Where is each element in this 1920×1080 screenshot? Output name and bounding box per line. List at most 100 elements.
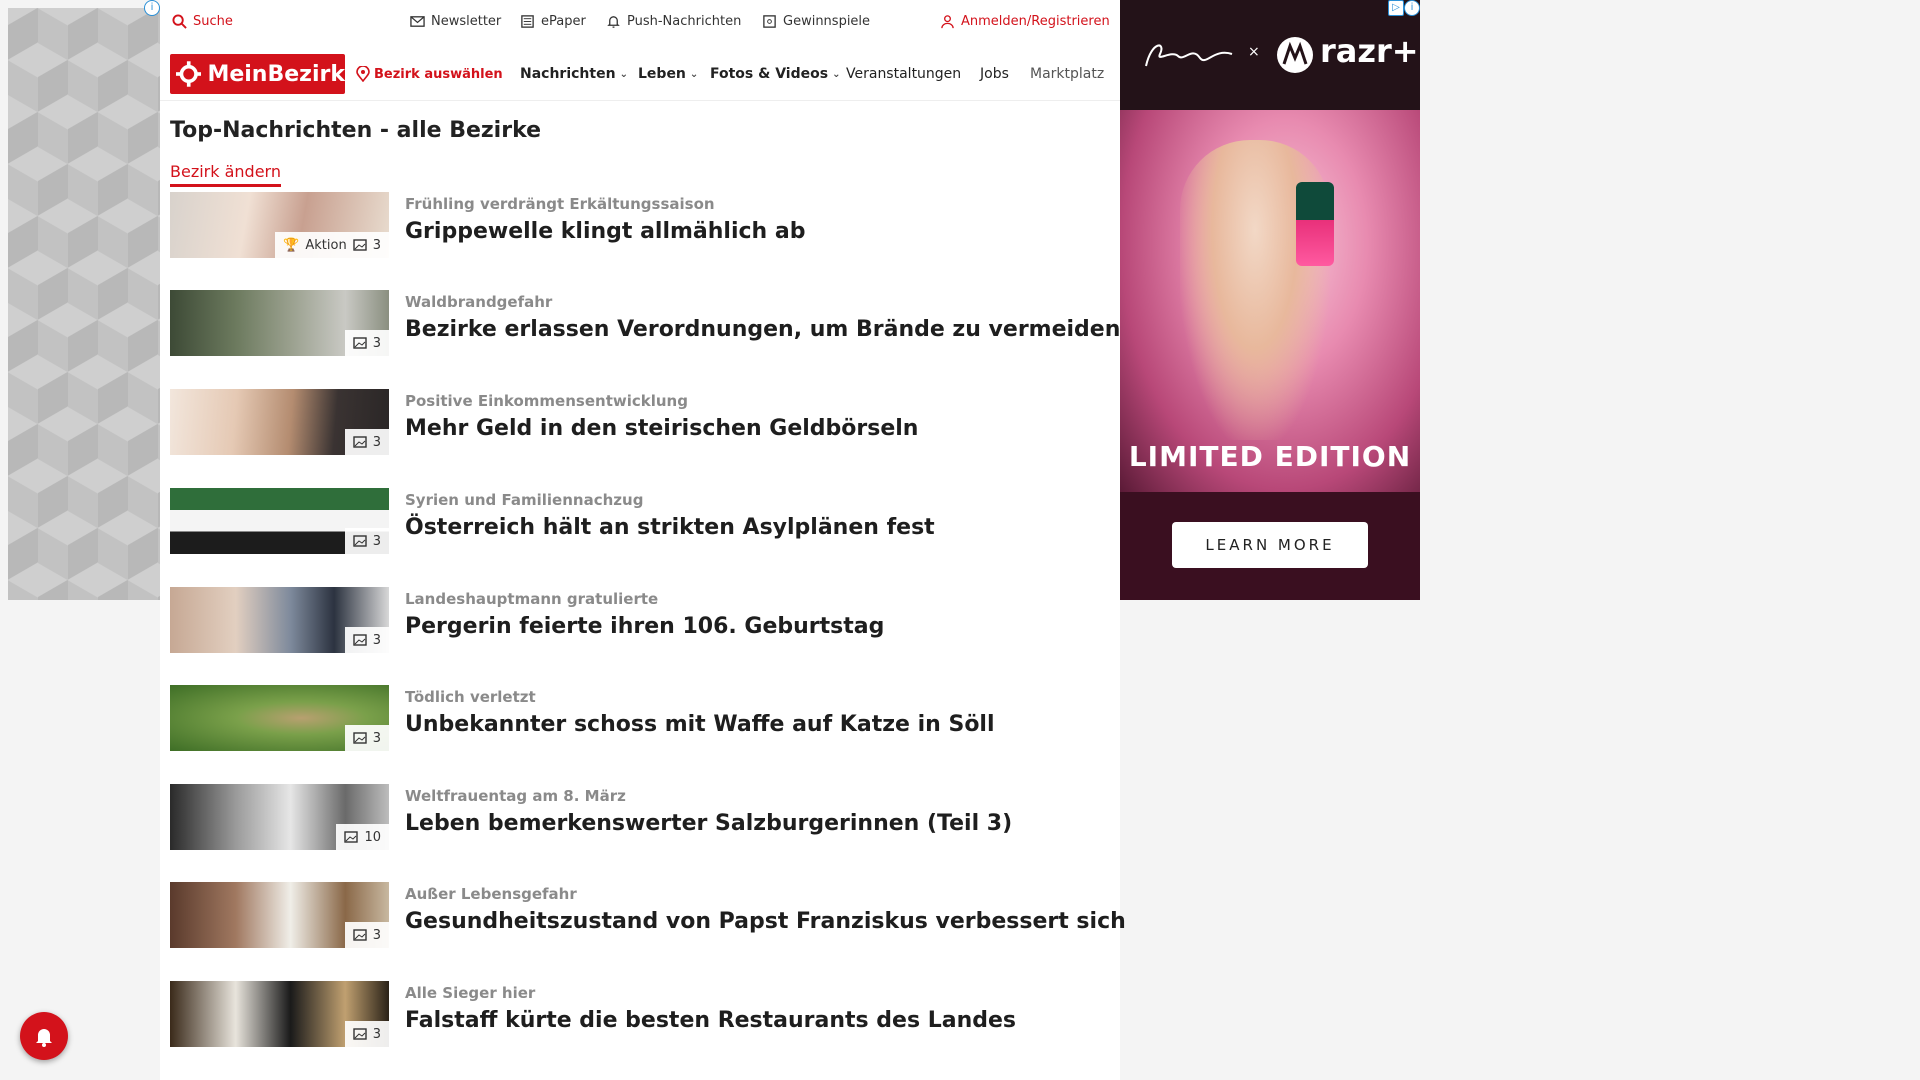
user-icon: [941, 15, 954, 29]
gallery-icon: [353, 634, 367, 646]
search-icon: [172, 14, 187, 29]
search-link[interactable]: Suche: [172, 14, 233, 29]
ad-tagline: LIMITED EDITION: [1128, 440, 1412, 473]
newspaper-icon: [521, 15, 534, 28]
main-content: Suche Newsletter ePaper Push-Nachrichten…: [160, 0, 1126, 1080]
article-kicker: Alle Sieger hier: [405, 984, 536, 1002]
bell-icon: [607, 16, 620, 28]
photo-count: 3: [372, 237, 381, 253]
article-item[interactable]: 3 Landeshauptmann gratulierte Pergerin f…: [170, 587, 1110, 655]
nav-marktplatz[interactable]: Marktplatz: [1030, 66, 1114, 82]
right-ad-banner[interactable]: × razr+ LIMITED EDITION LEARN MORE: [1120, 0, 1420, 600]
signature-logo-icon: [1145, 44, 1233, 67]
logo-mark-icon: [176, 61, 202, 87]
article-item[interactable]: 3 Alle Sieger hier Falstaff kürte die be…: [170, 981, 1110, 1049]
epaper-label: ePaper: [541, 14, 586, 29]
article-headline[interactable]: Mehr Geld in den steirischen Geldbörseln: [405, 416, 918, 441]
times-separator: ×: [1248, 44, 1260, 60]
razr-brand: razr+: [1320, 32, 1419, 70]
notification-bell-button[interactable]: [20, 1012, 68, 1060]
ad-info-icon[interactable]: i: [144, 0, 160, 16]
article-item[interactable]: 10 Weltfrauentag am 8. März Leben bemerk…: [170, 784, 1110, 852]
chevron-down-icon: ⌄: [619, 68, 628, 80]
bezirk-select[interactable]: Bezirk auswählen: [356, 66, 503, 82]
aktion-label: Aktion: [305, 237, 347, 253]
gallery-icon: [353, 1028, 367, 1040]
nav-leben-label: Leben: [638, 66, 686, 82]
gallery-icon: [353, 239, 367, 251]
adchoices-icon[interactable]: ▷: [1388, 0, 1404, 16]
media-badge: 3: [344, 1021, 389, 1047]
media-badge: 🏆 Aktion 3: [275, 232, 389, 258]
media-badge: 3: [344, 922, 389, 948]
search-label: Suche: [193, 14, 233, 29]
article-headline[interactable]: Pergerin feierte ihren 106. Geburtstag: [405, 614, 884, 639]
logo-text: MeinBezirk: [207, 61, 345, 87]
photo-count: 3: [372, 632, 381, 648]
chevron-down-icon: ⌄: [689, 68, 699, 80]
epaper-link[interactable]: ePaper: [520, 14, 586, 29]
article-item[interactable]: 3 Positive Einkommensentwicklung Mehr Ge…: [170, 389, 1110, 457]
article-headline[interactable]: Falstaff kürte die besten Restaurants de…: [405, 1008, 1016, 1033]
photo-count: 3: [372, 335, 381, 351]
meinbezirk-logo[interactable]: MeinBezirk: [170, 54, 345, 94]
photo-count: 10: [364, 829, 381, 845]
article-thumbnail[interactable]: 3: [170, 981, 389, 1047]
media-badge: 3: [344, 330, 389, 356]
nav-nachrichten[interactable]: Nachrichten ⌄: [520, 66, 628, 82]
ad-header: × razr+: [1120, 0, 1420, 110]
article-thumbnail[interactable]: 3: [170, 587, 389, 653]
article-kicker: Positive Einkommensentwicklung: [405, 392, 688, 410]
article-item[interactable]: 3 Außer Lebensgefahr Gesundheitszustand …: [170, 882, 1126, 950]
left-skin-ad[interactable]: [8, 8, 160, 600]
article-headline[interactable]: Grippewelle klingt allmählich ab: [405, 219, 805, 244]
article-thumbnail[interactable]: 3: [170, 389, 389, 455]
motorola-logo-icon: [1277, 37, 1313, 73]
article-headline[interactable]: Leben bemerkenswerter Salzburgerinnen (T…: [405, 811, 1012, 836]
article-thumbnail[interactable]: 3: [170, 685, 389, 751]
gallery-icon: [353, 337, 367, 349]
article-headline[interactable]: Gesundheitszustand von Papst Franziskus …: [405, 909, 1126, 934]
envelope-icon: [410, 16, 425, 27]
article-item[interactable]: 3 Waldbrandgefahr Bezirke erlassen Veror…: [170, 290, 1120, 358]
ad-info-icon[interactable]: i: [1404, 0, 1420, 16]
gallery-icon: [353, 929, 367, 941]
media-badge: 3: [344, 528, 389, 554]
article-headline[interactable]: Bezirke erlassen Verordnungen, um Brände…: [405, 317, 1120, 342]
login-link[interactable]: Anmelden/Registrieren: [940, 14, 1110, 29]
article-thumbnail[interactable]: 🏆 Aktion 3: [170, 192, 389, 258]
article-kicker: Weltfrauentag am 8. März: [405, 787, 626, 805]
page-title: Top-Nachrichten - alle Bezirke: [170, 118, 542, 143]
ad-footer: LEARN MORE: [1120, 492, 1420, 600]
article-headline[interactable]: Unbekannter schoss mit Waffe auf Katze i…: [405, 712, 995, 737]
nav-leben[interactable]: Leben ⌄: [638, 66, 698, 82]
article-item[interactable]: 3 Tödlich verletzt Unbekannter schoss mi…: [170, 685, 1110, 753]
newsletter-link[interactable]: Newsletter: [410, 14, 501, 29]
login-label: Anmelden/Registrieren: [961, 14, 1110, 29]
article-kicker: Landeshauptmann gratulierte: [405, 590, 659, 608]
bezirk-label: Bezirk auswählen: [374, 66, 503, 82]
gewinnspiele-link[interactable]: Gewinnspiele: [762, 14, 870, 29]
media-badge: 3: [344, 627, 389, 653]
article-thumbnail[interactable]: 3: [170, 488, 389, 554]
change-bezirk-link[interactable]: Bezirk ändern: [170, 162, 281, 187]
article-item[interactable]: 🏆 Aktion 3 Frühling verdrängt Erkältungs…: [170, 192, 1110, 260]
nav-fotos-videos[interactable]: Fotos & Videos ⌄: [710, 66, 840, 82]
article-headline[interactable]: Österreich hält an strikten Asylplänen f…: [405, 515, 935, 540]
photo-count: 3: [372, 927, 381, 943]
nav-veranstaltungen-label: Veranstaltungen: [846, 66, 962, 82]
article-item[interactable]: 3 Syrien und Familiennachzug Österreich …: [170, 488, 1110, 556]
article-thumbnail[interactable]: 3: [170, 290, 389, 356]
location-pin-icon: [356, 66, 370, 82]
article-kicker: Waldbrandgefahr: [405, 293, 553, 311]
learn-more-button[interactable]: LEARN MORE: [1172, 522, 1368, 568]
article-thumbnail[interactable]: 10: [170, 784, 389, 850]
media-badge: 3: [344, 429, 389, 455]
article-thumbnail[interactable]: 3: [170, 882, 389, 948]
nav-fotos-label: Fotos & Videos: [710, 66, 829, 82]
nav-veranstaltungen[interactable]: Veranstaltungen: [846, 66, 961, 82]
push-link[interactable]: Push-Nachrichten: [606, 14, 741, 29]
push-label: Push-Nachrichten: [627, 14, 742, 29]
nav-jobs[interactable]: Jobs: [980, 66, 1009, 82]
prize-icon: [763, 15, 776, 28]
